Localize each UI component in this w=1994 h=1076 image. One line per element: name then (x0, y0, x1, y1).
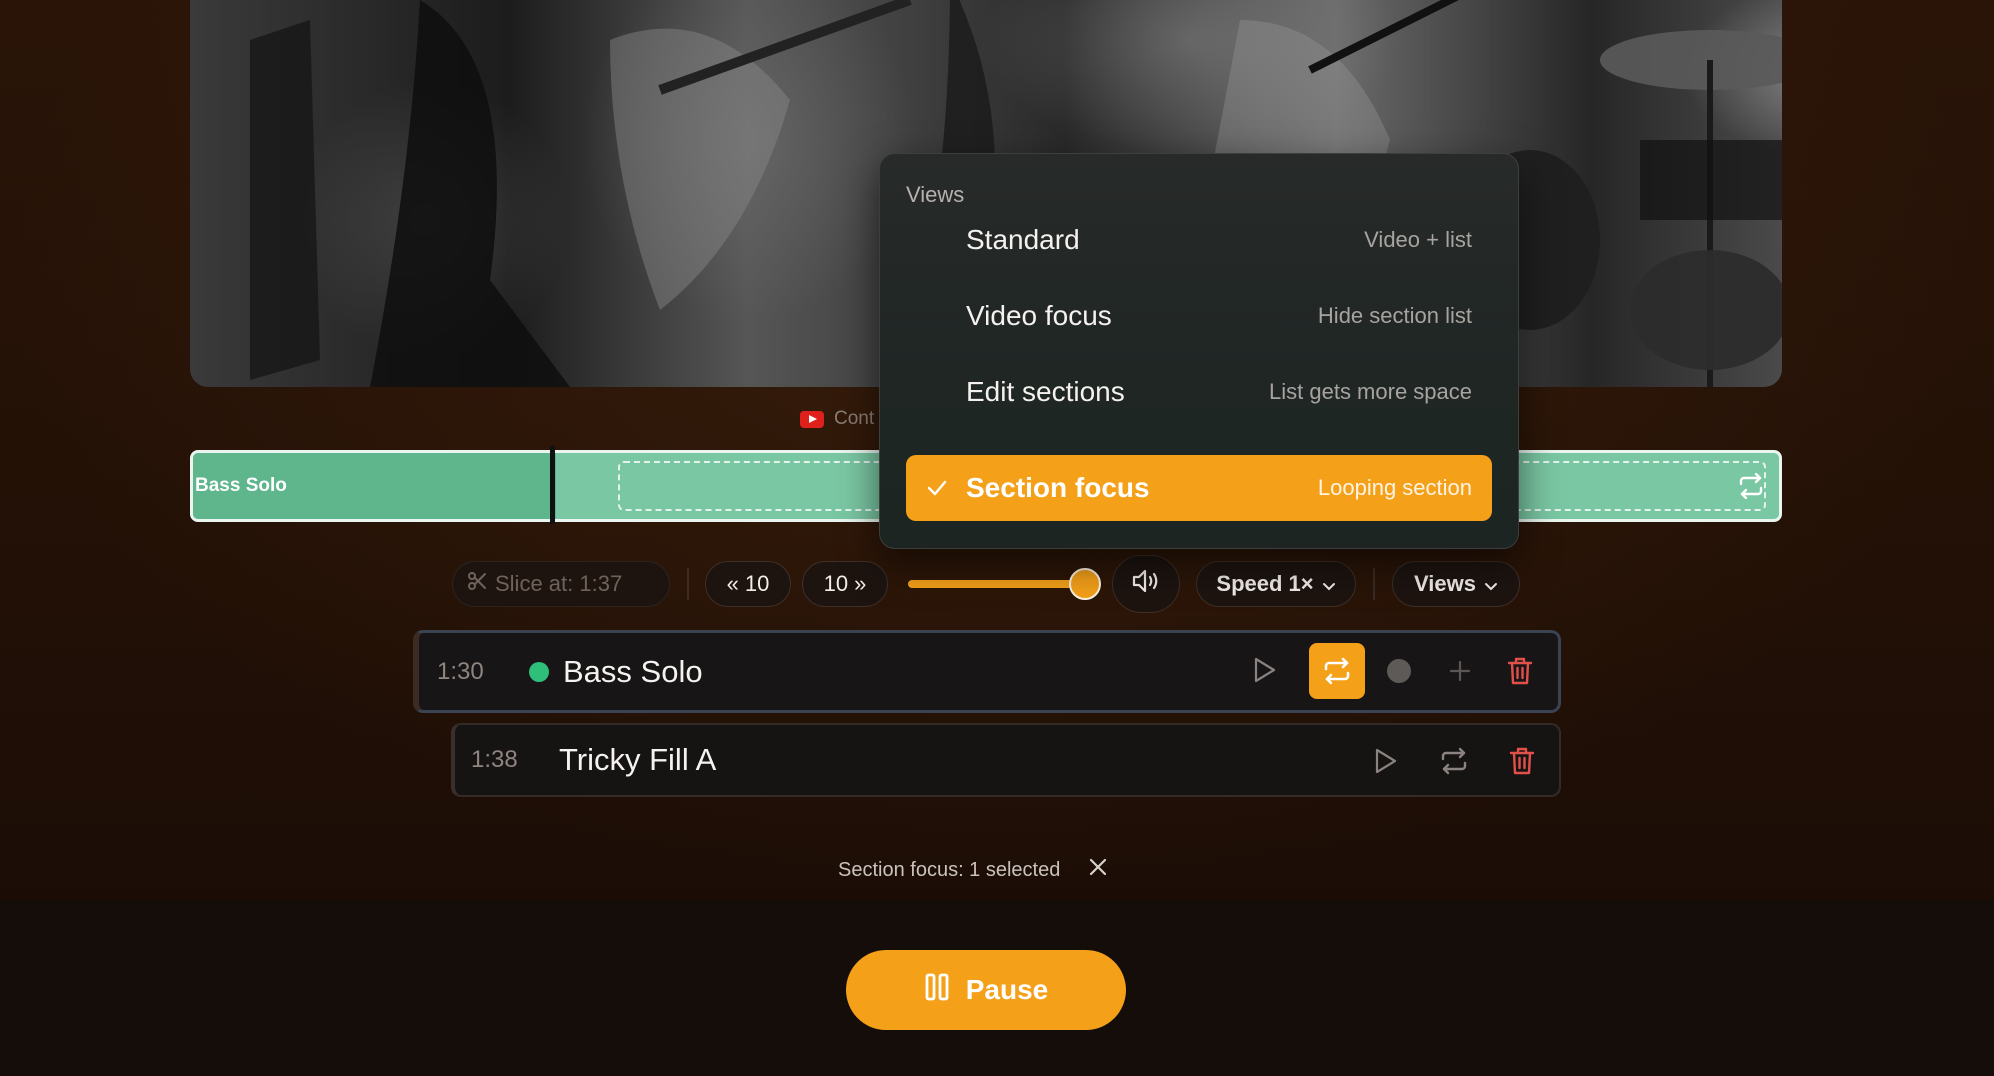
volume-slider-track[interactable] (908, 580, 1084, 588)
record-button[interactable] (1387, 659, 1411, 683)
skip-forward-button[interactable]: 10 » (802, 561, 888, 607)
slice-button[interactable]: Slice at: 1:37 (452, 561, 670, 607)
view-option-standard[interactable]: Standard Video + list (906, 207, 1492, 273)
view-option-label: Edit sections (966, 376, 1125, 407)
speaker-icon (1131, 568, 1161, 600)
view-option-label: Video focus (966, 300, 1112, 331)
trash-icon[interactable] (1509, 746, 1535, 776)
view-option-description: List gets more space (1269, 379, 1472, 404)
slice-label: Slice at: 1:37 (495, 571, 623, 596)
pause-label: Pause (965, 974, 1049, 1005)
view-option-description: Looping section (1317, 475, 1472, 500)
view-option-section-focus[interactable]: Section focus Looping section (906, 455, 1492, 521)
view-option-label: Standard (966, 224, 1080, 255)
chevron-down-icon (1322, 571, 1336, 597)
chevron-down-icon (1484, 571, 1498, 597)
add-icon[interactable] (1448, 659, 1472, 683)
views-dropdown[interactable]: Views (1392, 561, 1520, 607)
section-row-bass-solo[interactable]: 1:30 Bass Solo (413, 630, 1561, 713)
view-option-edit-sections[interactable]: Edit sections List gets more space (906, 359, 1492, 425)
loop-icon[interactable] (1737, 472, 1765, 504)
section-time: 1:30 (437, 657, 484, 685)
source-link[interactable]: Cont (800, 407, 874, 431)
loop-toggle-button[interactable] (1309, 643, 1365, 699)
volume-button[interactable] (1112, 555, 1180, 613)
volume-slider-knob[interactable] (1069, 568, 1101, 600)
timeline-section-label: Bass Solo (195, 475, 287, 496)
view-option-label: Section focus (966, 472, 1150, 503)
play-icon[interactable] (1249, 655, 1279, 685)
toolbar-divider (687, 568, 689, 600)
speed-label: Speed 1× (1216, 571, 1314, 596)
selection-status-text: Section focus: 1 selected (838, 858, 1061, 881)
section-row-tricky-fill-a[interactable]: 1:38 Tricky Fill A (451, 723, 1561, 797)
pause-icon (924, 972, 950, 1009)
view-option-video-focus[interactable]: Video focus Hide section list (906, 283, 1492, 349)
section-title: Tricky Fill A (559, 742, 717, 777)
loop-icon[interactable] (1438, 746, 1470, 776)
checkmark-icon (926, 478, 948, 503)
scissors-icon (467, 571, 487, 597)
pause-button[interactable]: Pause (846, 950, 1126, 1030)
trash-icon[interactable] (1507, 656, 1533, 686)
play-icon[interactable] (1370, 746, 1400, 776)
views-label: Views (1414, 571, 1476, 596)
close-icon[interactable] (1088, 857, 1108, 883)
selection-status: Section focus: 1 selected (838, 857, 1108, 883)
skip-back-button[interactable]: « 10 (705, 561, 791, 607)
source-link-label: Cont (834, 408, 875, 429)
loop-icon (1324, 657, 1350, 685)
view-option-description: Video + list (1364, 227, 1472, 252)
views-menu: Views Standard Video + list Video focus … (879, 153, 1519, 549)
active-section-dot (529, 661, 549, 682)
section-time: 1:38 (471, 746, 518, 773)
views-menu-header: Views (906, 182, 965, 207)
speed-dropdown[interactable]: Speed 1× (1196, 561, 1356, 607)
view-option-description: Hide section list (1317, 303, 1472, 328)
toolbar-divider (1373, 568, 1375, 600)
timeline-playhead[interactable] (550, 446, 555, 524)
youtube-icon (800, 410, 824, 428)
section-title: Bass Solo (563, 653, 703, 689)
